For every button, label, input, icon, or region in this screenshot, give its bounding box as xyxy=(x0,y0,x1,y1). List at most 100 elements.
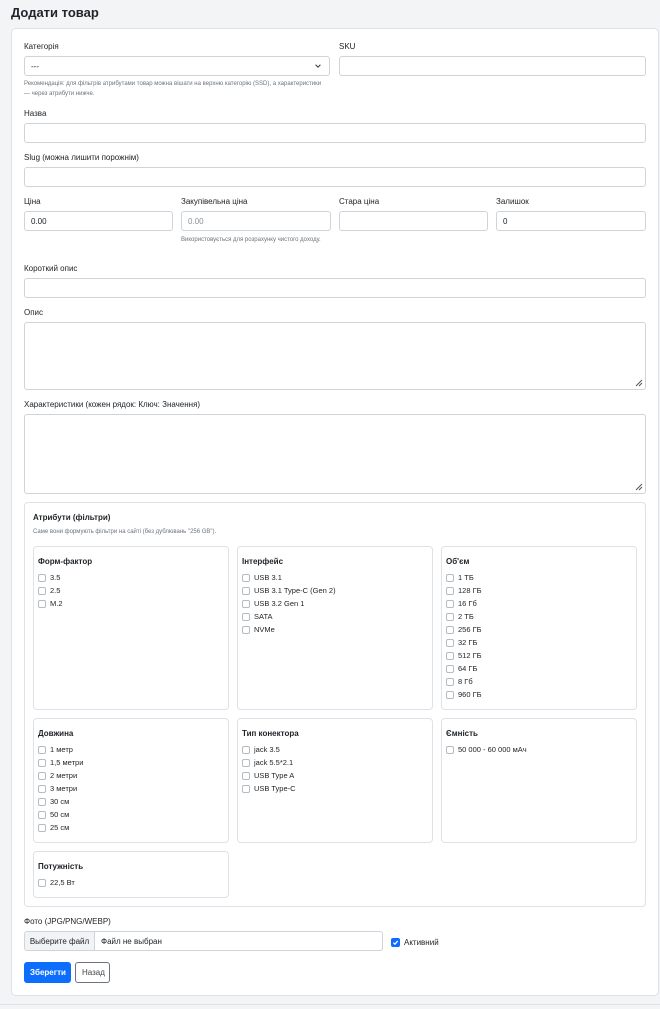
checkbox[interactable] xyxy=(242,612,250,621)
checkbox[interactable] xyxy=(38,823,46,832)
checkbox[interactable] xyxy=(242,599,250,608)
attribute-option[interactable]: USB 3.1 xyxy=(242,571,282,584)
checkbox[interactable] xyxy=(242,586,250,595)
photo-file-input[interactable]: Выберите файл Файл не выбран xyxy=(24,931,383,951)
purchase-price-input[interactable]: 0.00 xyxy=(181,211,331,231)
short-description-label: Короткий опис xyxy=(24,264,78,273)
attribute-option[interactable]: 50 см xyxy=(38,808,69,821)
attribute-option[interactable]: 3 метри xyxy=(38,782,77,795)
save-button[interactable]: Зберегти xyxy=(24,962,71,983)
checkbox[interactable] xyxy=(38,599,46,608)
attribute-option[interactable]: 2 ТБ xyxy=(446,610,474,623)
category-select[interactable]: --- xyxy=(24,56,330,76)
attribute-option[interactable]: 256 ГБ xyxy=(446,623,482,636)
checkbox[interactable] xyxy=(446,625,454,634)
attribute-option[interactable]: jack 3.5 xyxy=(242,743,280,756)
checkbox[interactable] xyxy=(242,573,250,582)
checkbox[interactable] xyxy=(242,771,250,780)
attribute-option[interactable]: NVMe xyxy=(242,623,275,636)
back-button[interactable]: Назад xyxy=(75,962,110,983)
attribute-option[interactable]: 3.5 xyxy=(38,571,60,584)
checkbox[interactable] xyxy=(38,878,46,887)
old-price-input[interactable] xyxy=(339,211,488,231)
active-checkbox[interactable] xyxy=(391,938,400,947)
checkbox[interactable] xyxy=(38,573,46,582)
description-label: Опис xyxy=(24,308,44,317)
checkbox[interactable] xyxy=(446,612,454,621)
page-title: Додати товар xyxy=(11,5,99,20)
attribute-group-title: Форм-фактор xyxy=(38,557,93,566)
attribute-option[interactable]: 30 см xyxy=(38,795,69,808)
checkbox[interactable] xyxy=(242,784,250,793)
attribute-group-form-factor: Форм-фактор 3.5 2.5 M.2 xyxy=(33,546,229,710)
attribute-option[interactable]: USB Type-C xyxy=(242,782,296,795)
resize-grip-icon[interactable] xyxy=(633,481,643,491)
slug-label: Slug (можна лишити порожнім) xyxy=(24,153,139,162)
sku-input[interactable] xyxy=(339,56,646,76)
attribute-group-interface: Інтерфейс USB 3.1 USB 3.1 Type-C (Gen 2)… xyxy=(237,546,433,710)
old-price-label: Стара ціна xyxy=(339,197,380,206)
attribute-option[interactable]: 1 ТБ xyxy=(446,571,474,584)
category-label: Категорія xyxy=(24,42,59,51)
file-name-text: Файл не выбран xyxy=(101,936,162,946)
checkbox[interactable] xyxy=(446,586,454,595)
checkbox[interactable] xyxy=(446,573,454,582)
checkbox[interactable] xyxy=(446,638,454,647)
checkbox[interactable] xyxy=(446,599,454,608)
stock-label: Залишок xyxy=(496,197,529,206)
checkbox[interactable] xyxy=(38,810,46,819)
attribute-option[interactable]: 64 ГБ xyxy=(446,662,477,675)
name-label: Назва xyxy=(24,109,47,118)
checkbox[interactable] xyxy=(38,784,46,793)
attribute-option[interactable]: 50 000 - 60 000 мАч xyxy=(446,743,527,756)
active-toggle[interactable]: Активний xyxy=(391,938,439,947)
checkbox[interactable] xyxy=(38,586,46,595)
category-select-value: --- xyxy=(31,61,39,71)
resize-grip-icon[interactable] xyxy=(633,377,643,387)
checkbox[interactable] xyxy=(242,758,250,767)
attribute-option[interactable]: 2.5 xyxy=(38,584,60,597)
attribute-option[interactable]: 16 Гб xyxy=(446,597,477,610)
attribute-option[interactable]: USB 3.1 Type-C (Gen 2) xyxy=(242,584,336,597)
checkbox[interactable] xyxy=(446,664,454,673)
attribute-option[interactable]: 1,5 метри xyxy=(38,756,83,769)
attribute-option[interactable]: 960 ГБ xyxy=(446,688,482,701)
slug-input[interactable] xyxy=(24,167,646,187)
checkbox[interactable] xyxy=(446,745,454,754)
attribute-option[interactable]: M.2 xyxy=(38,597,63,610)
attribute-option[interactable]: 2 метри xyxy=(38,769,77,782)
checkbox[interactable] xyxy=(242,745,250,754)
attribute-option[interactable]: 32 ГБ xyxy=(446,636,477,649)
stock-input[interactable]: 0 xyxy=(496,211,646,231)
attribute-option[interactable]: USB 3.2 Gen 1 xyxy=(242,597,304,610)
attribute-option[interactable]: 512 ГБ xyxy=(446,649,482,662)
attribute-option[interactable]: jack 5.5*2.1 xyxy=(242,756,293,769)
page-divider xyxy=(0,1004,660,1005)
checkbox[interactable] xyxy=(446,651,454,660)
name-input[interactable] xyxy=(24,123,646,143)
checkbox[interactable] xyxy=(38,771,46,780)
short-description-input[interactable] xyxy=(24,278,646,298)
attribute-option[interactable]: 8 Гб xyxy=(446,675,473,688)
attribute-group-title: Об'єм xyxy=(446,557,470,566)
specs-textarea[interactable] xyxy=(24,414,646,494)
price-label: Ціна xyxy=(24,197,41,206)
choose-file-button[interactable]: Выберите файл xyxy=(25,932,95,950)
attribute-option[interactable]: USB Type A xyxy=(242,769,294,782)
description-textarea[interactable] xyxy=(24,322,646,390)
checkbox[interactable] xyxy=(446,690,454,699)
price-input[interactable]: 0.00 xyxy=(24,211,173,231)
attribute-option[interactable]: SATA xyxy=(242,610,272,623)
attribute-group-title: Інтерфейс xyxy=(242,557,284,566)
checkbox[interactable] xyxy=(242,625,250,634)
checkbox[interactable] xyxy=(446,677,454,686)
checkbox[interactable] xyxy=(38,797,46,806)
attribute-option[interactable]: 1 метр xyxy=(38,743,73,756)
attribute-option[interactable]: 22,5 Вт xyxy=(38,876,75,889)
attribute-option[interactable]: 128 ГБ xyxy=(446,584,482,597)
checkbox[interactable] xyxy=(38,758,46,767)
attribute-group-length: Довжина 1 метр 1,5 метри 2 метри 3 метри… xyxy=(33,718,229,843)
attribute-group-title: Потужність xyxy=(38,862,84,871)
checkbox[interactable] xyxy=(38,745,46,754)
attribute-option[interactable]: 25 см xyxy=(38,821,69,834)
